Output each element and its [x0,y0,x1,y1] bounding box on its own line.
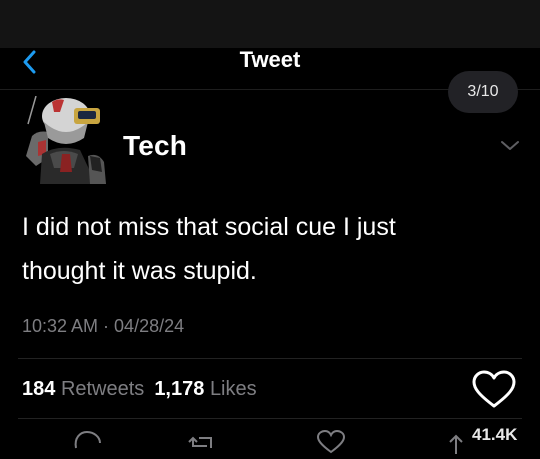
like-button[interactable] [472,370,516,410]
tweet-timestamp: 10:32 AM · 04/28/24 [22,316,185,336]
tweet-text-line-2: thought it was stupid. [22,257,257,285]
avatar[interactable] [18,96,112,184]
status-bar [0,0,540,48]
avatar-image [18,96,112,184]
like-action-button[interactable] [314,428,348,454]
heart-icon [316,429,346,454]
more-options-button[interactable] [498,138,522,154]
retweets-label: Retweets [60,378,145,400]
author-name[interactable]: Tech [123,130,187,162]
chevron-down-icon [501,141,519,150]
retweet-button[interactable] [185,428,219,454]
thread-counter-badge: 3/10 [448,71,518,113]
likes-stat[interactable]: 1,178 Likes [154,378,256,400]
heart-icon [472,370,516,408]
reply-button[interactable] [70,428,104,454]
divider [18,418,522,419]
tweet-text-line-1: I did not miss that social cue I just [22,213,396,241]
views-count: 41.4K [472,425,518,444]
divider [18,358,522,359]
page-title: Tweet [239,47,301,72]
retweets-count: 184 [22,378,56,400]
tweet-stats: 184 Retweets 1,178 Likes [22,378,257,401]
likes-label: Likes [209,378,257,400]
reply-icon [74,430,101,449]
likes-count: 1,178 [154,378,205,400]
share-arrow-icon [449,434,463,454]
retweet-icon [188,436,212,448]
retweets-stat[interactable]: 184 Retweets [22,378,144,400]
tweet-text: I did not miss that social cue I just th… [22,205,522,293]
share-button[interactable] [446,428,466,454]
